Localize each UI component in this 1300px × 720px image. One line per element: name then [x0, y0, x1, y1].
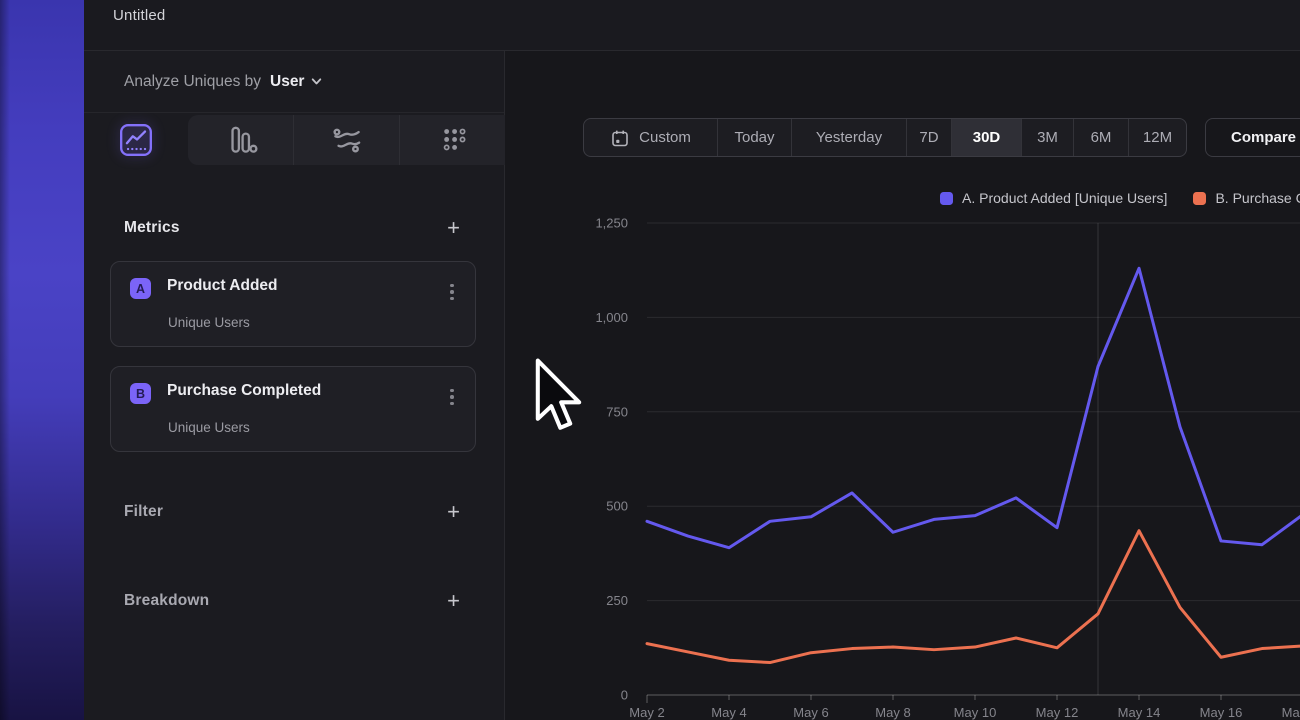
chart-type-tabs: [84, 113, 504, 167]
range-7d[interactable]: 7D: [906, 119, 951, 156]
chart-type-tab-group: [188, 115, 505, 165]
svg-text:May 10: May 10: [954, 705, 997, 720]
metric-card-b[interactable]: B Purchase Completed Unique Users: [110, 366, 476, 452]
range-label: 6M: [1091, 129, 1112, 146]
range-label: Today: [734, 129, 774, 146]
date-range-segmented-control: Custom Today Yesterday 7D 30D 3M 6M 12M: [583, 118, 1187, 157]
flows-icon: [329, 122, 365, 158]
compare-label: Compare: [1231, 129, 1296, 146]
app-window: Untitled Analyze Uniques by User: [84, 0, 1300, 720]
line-chart-icon: [118, 122, 154, 158]
svg-text:May 16: May 16: [1200, 705, 1243, 720]
metric-badge-b: B: [130, 383, 151, 404]
legend-item-a[interactable]: A. Product Added [Unique Users]: [940, 190, 1167, 206]
metric-subtitle[interactable]: Unique Users: [168, 315, 250, 330]
range-label: Custom: [639, 129, 691, 146]
tab-flows[interactable]: [293, 115, 399, 165]
range-30d-selected[interactable]: 30D: [951, 119, 1021, 156]
metric-card-a[interactable]: A Product Added Unique Users: [110, 261, 476, 347]
metrics-title: Metrics: [124, 219, 180, 237]
svg-text:750: 750: [606, 404, 628, 419]
kebab-menu-icon[interactable]: [443, 386, 461, 408]
analyze-by-value: User: [270, 73, 304, 91]
report-title[interactable]: Untitled: [113, 7, 165, 24]
analyze-by-dropdown[interactable]: User: [270, 73, 323, 91]
grid-dots-icon: [435, 122, 471, 158]
chevron-down-icon: [310, 75, 323, 88]
range-label: 7D: [919, 129, 938, 146]
bar-chart-icon: [223, 122, 259, 158]
range-label: 12M: [1143, 129, 1172, 146]
svg-text:1,000: 1,000: [595, 310, 628, 325]
range-6m[interactable]: 6M: [1073, 119, 1128, 156]
range-custom[interactable]: Custom: [584, 119, 717, 156]
titlebar: Untitled: [84, 0, 1300, 51]
compare-button[interactable]: Compare: [1205, 118, 1300, 157]
add-breakdown-button[interactable]: +: [447, 590, 460, 612]
kebab-menu-icon[interactable]: [443, 281, 461, 303]
breakdown-section: Breakdown +: [84, 583, 504, 619]
range-label: 3M: [1037, 129, 1058, 146]
svg-text:250: 250: [606, 593, 628, 608]
add-filter-button[interactable]: +: [447, 501, 460, 523]
svg-text:500: 500: [606, 499, 628, 514]
range-12m[interactable]: 12M: [1128, 119, 1186, 156]
legend-swatch-a: [940, 192, 953, 205]
filter-section: Filter +: [84, 494, 504, 530]
svg-text:May 18: May 18: [1282, 705, 1300, 720]
range-3m[interactable]: 3M: [1021, 119, 1073, 156]
legend-item-b[interactable]: B. Purchase Completed [Unique Users]: [1193, 190, 1300, 206]
add-metric-button[interactable]: +: [447, 217, 460, 239]
query-sidebar: Analyze Uniques by User: [84, 51, 505, 720]
range-today[interactable]: Today: [717, 119, 791, 156]
analyze-by-label: Analyze Uniques by: [124, 73, 261, 91]
metric-name: Product Added: [167, 277, 278, 295]
svg-text:May 6: May 6: [793, 705, 828, 720]
legend-swatch-b: [1193, 192, 1206, 205]
metric-name: Purchase Completed: [167, 382, 321, 400]
calendar-icon: [610, 128, 630, 148]
svg-text:May 2: May 2: [629, 705, 664, 720]
screen: Untitled Analyze Uniques by User: [0, 0, 1300, 720]
tab-line-chart[interactable]: [84, 115, 188, 165]
tab-bar-chart[interactable]: [188, 115, 293, 165]
range-label: Yesterday: [816, 129, 882, 146]
legend-label: A. Product Added [Unique Users]: [962, 190, 1167, 206]
svg-text:0: 0: [621, 688, 628, 703]
legend-label: B. Purchase Completed [Unique Users]: [1215, 190, 1300, 206]
breakdown-label: Breakdown: [124, 592, 209, 610]
metric-subtitle[interactable]: Unique Users: [168, 420, 250, 435]
metric-badge-a: A: [130, 278, 151, 299]
range-yesterday[interactable]: Yesterday: [791, 119, 906, 156]
svg-text:May 12: May 12: [1036, 705, 1079, 720]
svg-text:May 8: May 8: [875, 705, 910, 720]
filter-label: Filter: [124, 503, 163, 521]
analyze-by-row: Analyze Uniques by User: [84, 51, 504, 113]
svg-text:May 4: May 4: [711, 705, 746, 720]
chart-legend: A. Product Added [Unique Users] B. Purch…: [940, 190, 1300, 206]
desktop-wallpaper: [0, 0, 84, 720]
metrics-header: Metrics +: [84, 210, 504, 246]
tab-grid-dots[interactable]: [399, 115, 505, 165]
svg-text:May 14: May 14: [1118, 705, 1161, 720]
range-label: 30D: [973, 129, 1001, 146]
chart-panel: 0 250 500 750 1,000 1,250 May 2 May 4 May 6 May 8…: [505, 51, 1300, 720]
svg-text:1,250: 1,250: [595, 216, 628, 231]
